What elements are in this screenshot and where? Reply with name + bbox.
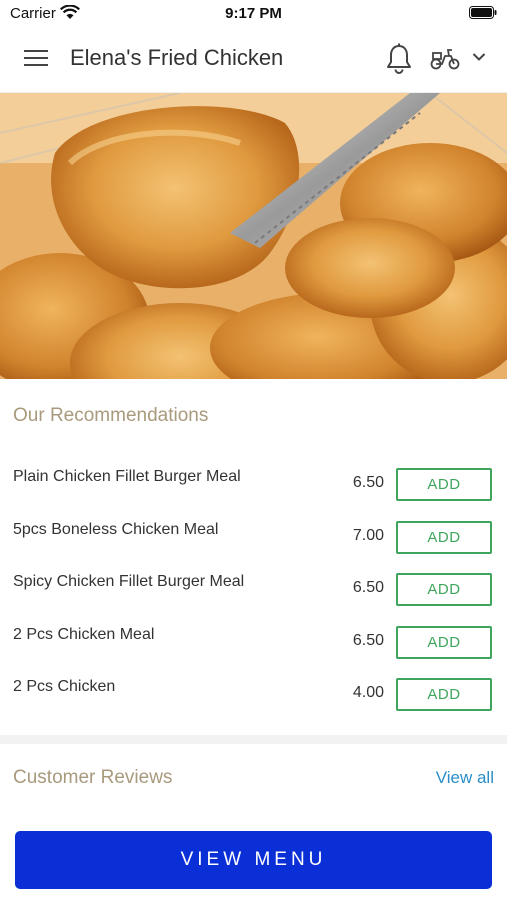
recommendations-list: Plain Chicken Fillet Burger Meal 6.50 AD… [0, 455, 507, 718]
battery-icon [469, 6, 497, 19]
view-all-link[interactable]: View all [436, 768, 494, 788]
section-divider [0, 735, 507, 744]
list-item: 2 Pcs Chicken Meal 6.50 ADD [0, 613, 507, 666]
add-button[interactable]: ADD [396, 573, 492, 606]
hero-image [0, 93, 507, 379]
item-price: 6.50 [352, 579, 384, 596]
status-bar: Carrier 9:17 PM [0, 0, 507, 26]
app-header: Elena's Fried Chicken [0, 26, 507, 93]
list-item: Spicy Chicken Fillet Burger Meal 6.50 AD… [0, 560, 507, 613]
item-price: 7.00 [352, 526, 384, 544]
add-button[interactable]: ADD [396, 520, 492, 554]
menu-icon[interactable] [24, 50, 48, 68]
scooter-icon[interactable] [430, 47, 460, 71]
chevron-down-icon[interactable] [472, 52, 486, 62]
list-item: 5pcs Boneless Chicken Meal 7.00 ADD [0, 508, 507, 561]
bell-icon[interactable] [385, 43, 413, 75]
item-name: 5pcs Boneless Chicken Meal [13, 520, 219, 538]
item-price: 6.50 [352, 631, 384, 649]
list-item: Plain Chicken Fillet Burger Meal 6.50 AD… [0, 455, 507, 508]
item-name: Plain Chicken Fillet Burger Meal [13, 468, 241, 485]
view-menu-button[interactable]: VIEW MENU [15, 831, 492, 889]
item-name: 2 Pcs Chicken [13, 678, 116, 695]
item-price: 4.00 [352, 684, 384, 701]
add-button[interactable]: ADD [396, 468, 492, 501]
item-price: 6.50 [352, 474, 384, 491]
list-item: 2 Pcs Chicken 4.00 ADD [0, 665, 507, 718]
recommendations-title: Our Recommendations [13, 405, 209, 426]
add-button[interactable]: ADD [396, 625, 492, 659]
status-time: 9:17 PM [225, 5, 282, 22]
reviews-title: Customer Reviews [13, 767, 173, 788]
item-name: 2 Pcs Chicken Meal [13, 625, 155, 643]
add-button[interactable]: ADD [396, 678, 492, 711]
item-name: Spicy Chicken Fillet Burger Meal [13, 573, 245, 590]
restaurant-title: Elena's Fried Chicken [70, 45, 284, 70]
